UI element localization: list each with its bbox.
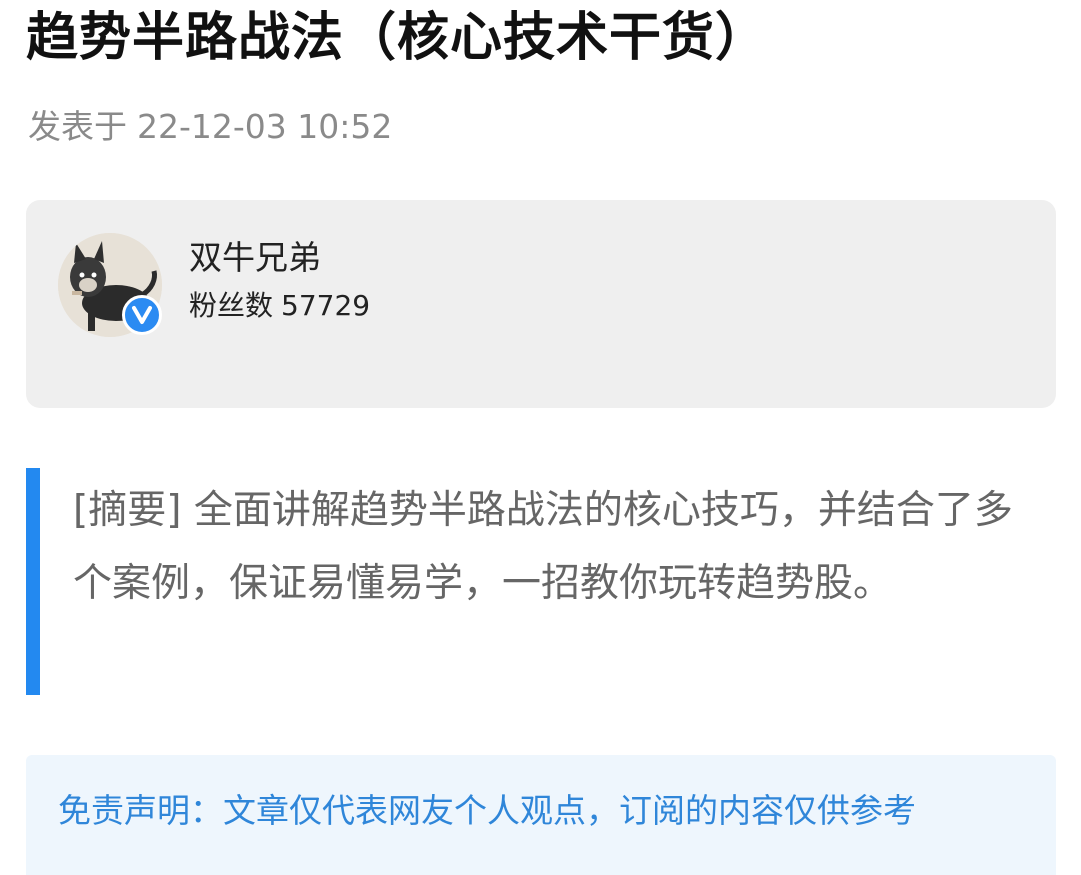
fans-count: 57729 — [281, 289, 371, 322]
author-card[interactable]: 双牛兄弟 粉丝数 57729 — [26, 200, 1056, 408]
summary-text: [摘要] 全面讲解趋势半路战法的核心技巧，并结合了多个案例，保证易懂易学，一招教… — [73, 488, 1013, 606]
verified-badge-icon — [122, 295, 162, 335]
disclaimer-box: 免责声明：文章仅代表网友个人观点，订阅的内容仅供参考 — [26, 755, 1056, 875]
article-summary: [摘要] 全面讲解趋势半路战法的核心技巧，并结合了多个案例，保证易懂易学，一招教… — [26, 468, 1036, 695]
author-name[interactable]: 双牛兄弟 — [189, 236, 321, 280]
publish-meta: 发表于 22-12-03 10:52 — [28, 105, 392, 149]
article-page: 趋势半路战法（核心技术干货） 发表于 22-12-03 10:52 双牛兄弟 粉… — [0, 0, 1081, 875]
disclaimer-text: 免责声明：文章仅代表网友个人观点，订阅的内容仅供参考 — [58, 791, 916, 830]
summary-accent-bar — [26, 468, 40, 695]
fans-label: 粉丝数 — [189, 289, 274, 322]
fans-info: 粉丝数 57729 — [189, 286, 370, 326]
publish-label: 发表于 — [28, 107, 127, 146]
verified-v-icon — [132, 306, 152, 324]
article-title: 趋势半路战法（核心技术干货） — [26, 8, 769, 68]
publish-date: 22-12-03 10:52 — [137, 107, 393, 146]
